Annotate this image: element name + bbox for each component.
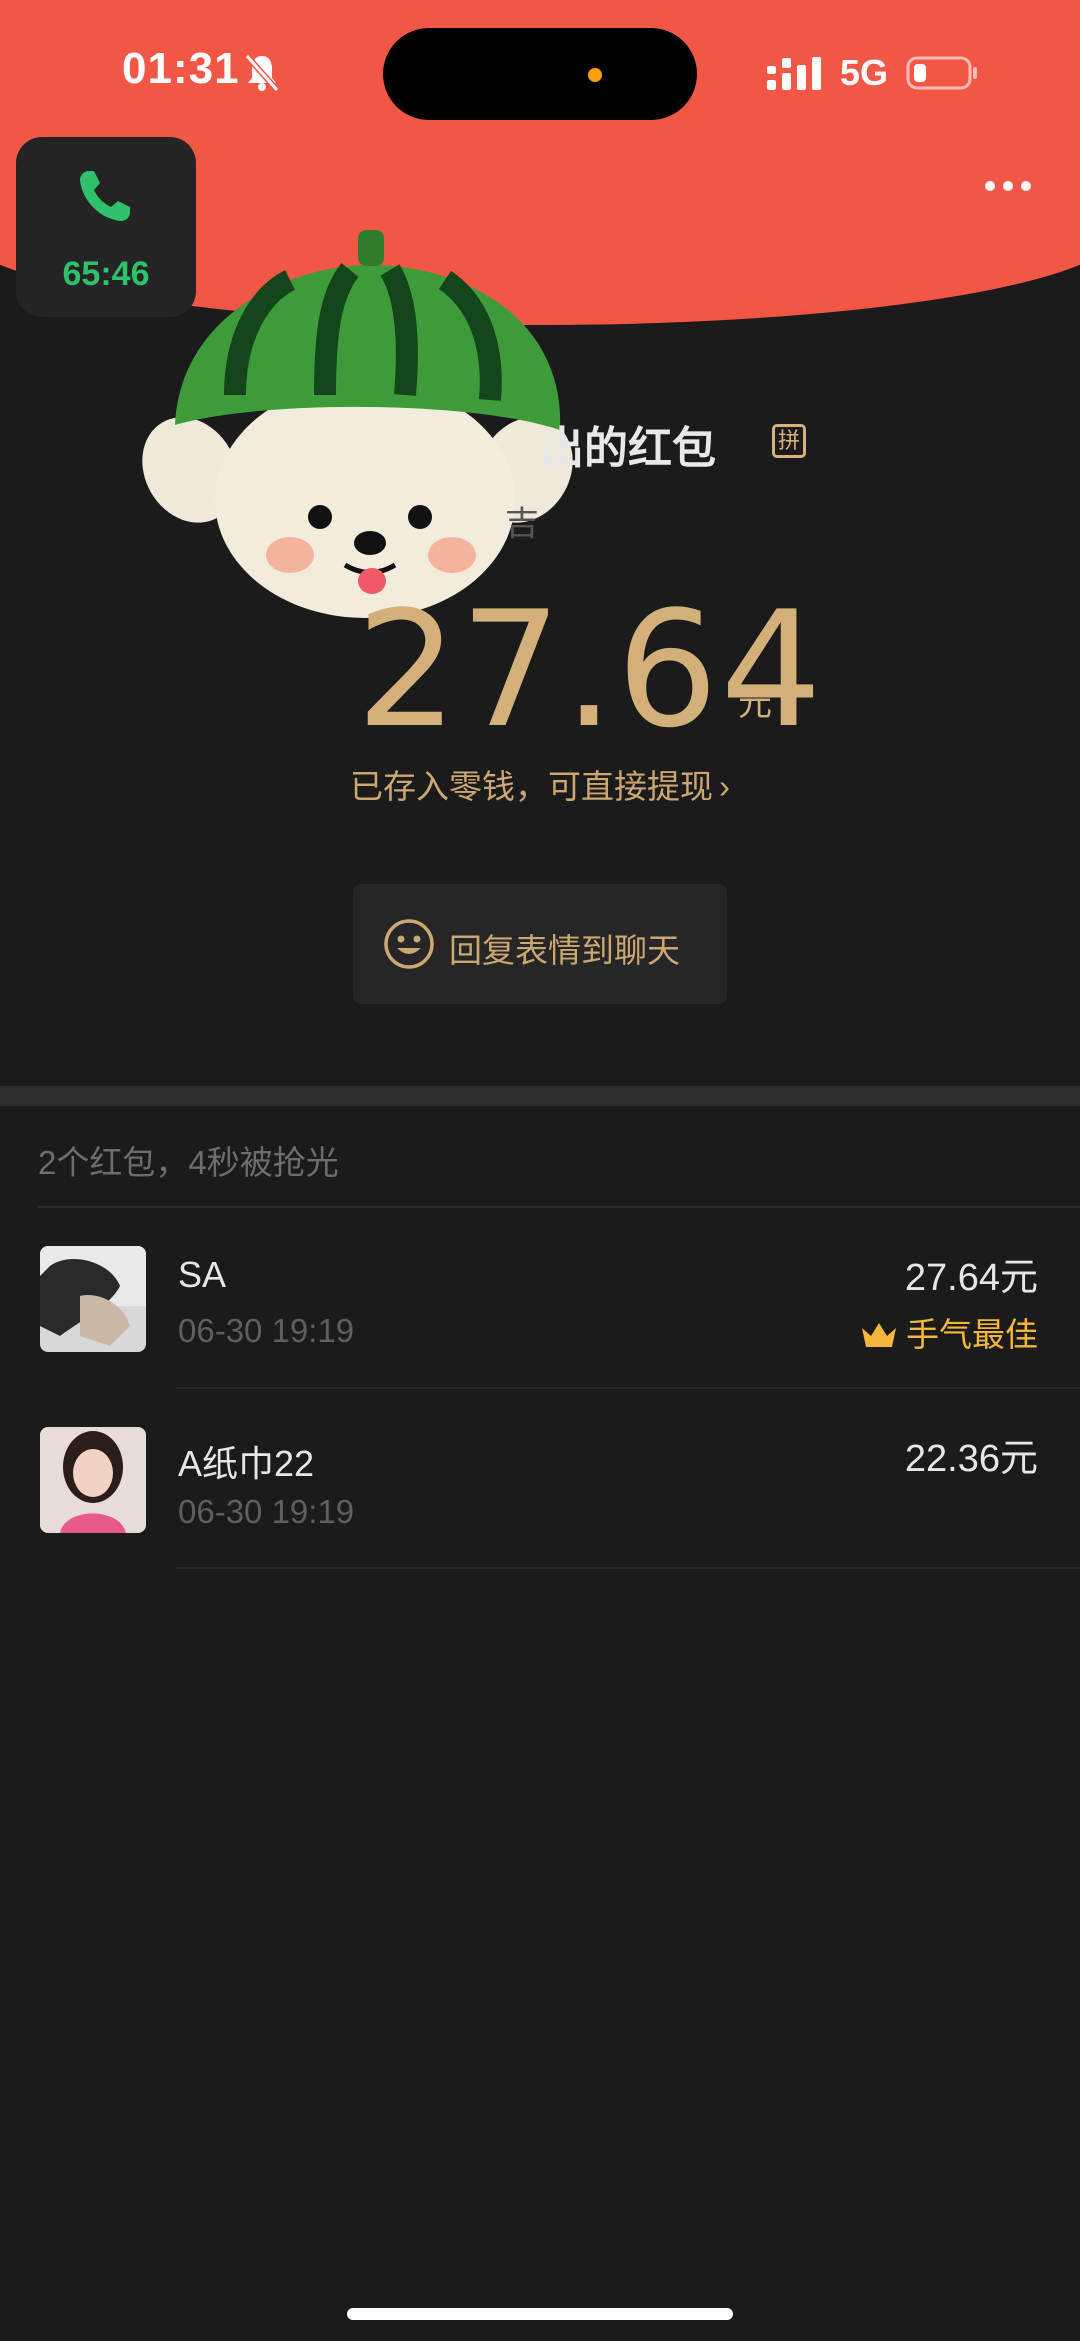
record-amount: 27.64元 (904, 1257, 1038, 1299)
crown-icon (862, 1323, 896, 1347)
reply-button-label: 回复表情到聊天 (449, 932, 680, 969)
record-name: SA (178, 1254, 227, 1295)
chevron-right-icon: › (719, 768, 730, 805)
more-icon[interactable] (982, 176, 1034, 196)
section-divider (0, 1086, 1080, 1106)
divider (176, 1567, 1080, 1569)
amount-unit: 元 (738, 685, 772, 723)
status-bar: 01:31 5G (0, 0, 1080, 140)
mic-indicator-dot (588, 68, 602, 82)
best-luck-label: 手气最佳 (906, 1316, 1038, 1353)
record-amount: 22.36元 (904, 1438, 1038, 1480)
sender-avatar-sticker (142, 230, 573, 618)
best-luck-badge: 手气最佳 (860, 1308, 1038, 1356)
red-packet-blessing: 吉 (505, 505, 539, 543)
phone-icon (80, 171, 130, 221)
dynamic-island (383, 28, 697, 120)
record-name: A纸巾22 (178, 1443, 315, 1484)
record-row[interactable]: A纸巾22 06-30 19:19 22.36元 (0, 1389, 1080, 1569)
home-indicator[interactable] (347, 2308, 733, 2320)
record-time: 06-30 19:19 (178, 1493, 355, 1530)
wallet-link-label: 已存入零钱，可直接提现 (350, 768, 713, 805)
packets-summary: 2个红包，4秒被抢光 (38, 1144, 339, 1181)
wallet-link[interactable]: 已存入零钱，可直接提现 › (350, 760, 730, 808)
red-packet-title: 出的红包 (540, 424, 716, 473)
record-time: 06-30 19:19 (178, 1312, 355, 1349)
reply-sticker-button[interactable]: 回复表情到聊天 (353, 884, 727, 1004)
record-row[interactable]: SA 06-30 19:19 27.64元 手气最佳 (0, 1208, 1080, 1388)
battery-icon (906, 56, 977, 90)
signal-icon (767, 57, 821, 90)
status-time: 01:31 (122, 44, 240, 93)
network-type: 5G (840, 52, 889, 93)
smile-icon (384, 919, 434, 969)
avatar (40, 1246, 146, 1352)
bell-slash-icon (244, 54, 280, 92)
pin-badge: 拼 (772, 424, 806, 458)
avatar (40, 1427, 146, 1533)
received-amount: 27.64 (356, 576, 825, 763)
